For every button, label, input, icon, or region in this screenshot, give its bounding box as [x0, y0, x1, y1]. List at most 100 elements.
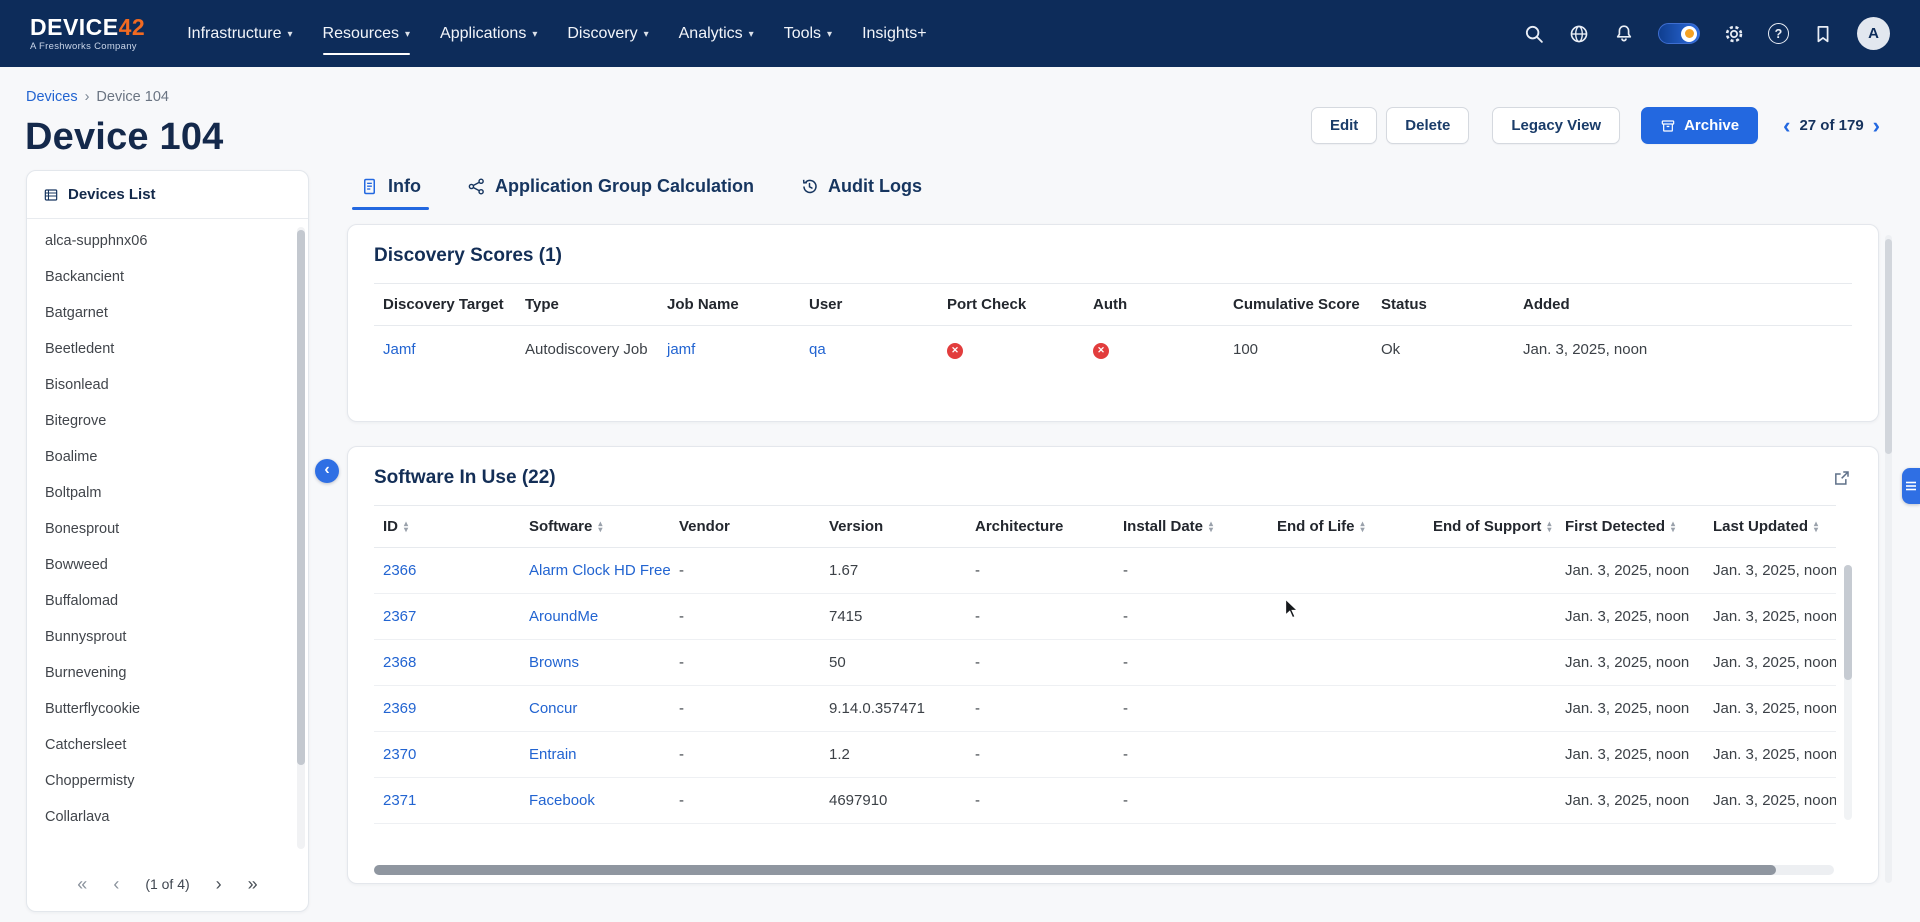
bell-icon[interactable] [1613, 23, 1635, 45]
sort-icon[interactable]: ▴▾ [1209, 521, 1213, 533]
device-list-item[interactable]: Butterflycookie [27, 691, 308, 727]
software-name-link[interactable]: Facebook [529, 792, 595, 809]
device-list-item[interactable]: Boalime [27, 439, 308, 475]
legacy-view-button[interactable]: Legacy View [1492, 107, 1620, 144]
sort-icon[interactable]: ▴▾ [1361, 521, 1365, 533]
software-id-link[interactable]: 2368 [383, 654, 416, 671]
discovery-target-link[interactable]: Jamf [383, 341, 416, 358]
nav-item-insights[interactable]: Insights+ [862, 17, 926, 51]
archive-button[interactable]: Archive [1641, 107, 1758, 144]
software-name-link[interactable]: Concur [529, 700, 577, 717]
software-id-link[interactable]: 2367 [383, 608, 416, 625]
software-horizontal-scrollbar-thumb[interactable] [374, 865, 1776, 875]
device-list-item[interactable]: Buffalomad [27, 583, 308, 619]
pager-prev-icon[interactable]: ‹ [1783, 115, 1790, 137]
tab-audit-logs[interactable]: Audit Logs [800, 176, 922, 210]
last-page-icon[interactable]: » [248, 875, 258, 893]
next-page-icon[interactable]: › [216, 875, 222, 893]
theme-toggle[interactable] [1658, 23, 1700, 44]
edit-button[interactable]: Edit [1311, 107, 1377, 144]
help-icon[interactable]: ? [1768, 23, 1789, 44]
device-list-item[interactable]: Collarlava [27, 799, 308, 835]
nav-item-discovery[interactable]: Discovery▾ [567, 17, 648, 51]
software-id-link[interactable]: 2366 [383, 562, 416, 579]
content-scrollbar-thumb[interactable] [1885, 239, 1892, 454]
device-list-item[interactable]: Catchersleet [27, 727, 308, 763]
nav-item-tools[interactable]: Tools▾ [784, 17, 832, 51]
col-software[interactable]: Software▴▾ [520, 506, 670, 548]
device-list-item[interactable]: Bunnysprout [27, 619, 308, 655]
cumulative-score-cell: 100 [1224, 326, 1372, 373]
breadcrumb-separator: › [85, 89, 90, 105]
sort-icon[interactable]: ▴▾ [404, 521, 408, 533]
sidebar-collapse-button[interactable]: ‹ [315, 459, 339, 483]
nav-item-applications[interactable]: Applications▾ [440, 17, 537, 51]
first-page-icon[interactable]: « [77, 875, 87, 893]
added-cell: Jan. 3, 2025, noon [1514, 326, 1852, 373]
breadcrumb-devices-link[interactable]: Devices [26, 89, 78, 105]
software-name-link[interactable]: Alarm Clock HD Free [529, 562, 670, 579]
right-panel-toggle[interactable] [1902, 468, 1920, 504]
chevron-down-icon: ▾ [644, 29, 649, 40]
col-install-date[interactable]: Install Date▴▾ [1114, 506, 1268, 548]
sort-icon[interactable]: ▴▾ [1547, 521, 1551, 533]
col-id[interactable]: ID▴▾ [374, 506, 520, 548]
device-list-item[interactable]: Bowweed [27, 547, 308, 583]
col-last-updated[interactable]: Last Updated▴▾ [1704, 506, 1836, 548]
gear-icon[interactable] [1723, 23, 1745, 45]
col-status: Status [1372, 284, 1514, 326]
pager-next-icon[interactable]: › [1873, 115, 1880, 137]
col-end-of-life[interactable]: End of Life▴▾ [1268, 506, 1424, 548]
list-icon [43, 187, 59, 203]
nav-item-infrastructure[interactable]: Infrastructure▾ [187, 17, 292, 51]
software-id-link[interactable]: 2370 [383, 746, 416, 763]
col-discovery-target: Discovery Target [374, 284, 516, 326]
page-actions: Edit Delete Legacy View Archive ‹ 27 of … [1311, 107, 1880, 144]
bookmark-icon[interactable] [1812, 23, 1834, 45]
device-list-item[interactable]: Beetledent [27, 331, 308, 367]
software-name-link[interactable]: AroundMe [529, 608, 598, 625]
device-list-item[interactable]: Choppermisty [27, 763, 308, 799]
search-icon[interactable] [1523, 23, 1545, 45]
tab-info[interactable]: Info [360, 176, 421, 210]
delete-button[interactable]: Delete [1386, 107, 1469, 144]
sidebar-scrollbar-thumb[interactable] [297, 230, 305, 765]
nav-item-resources[interactable]: Resources▾ [323, 17, 411, 51]
device-list-item[interactable]: Boltpalm [27, 475, 308, 511]
sidebar-scrollbar [297, 227, 305, 849]
software-table: ID▴▾ Software▴▾ Vendor Version Architect… [374, 505, 1836, 824]
sort-icon[interactable]: ▴▾ [1671, 521, 1675, 533]
breadcrumb: Devices › Device 104 [26, 89, 169, 105]
col-first-detected[interactable]: First Detected▴▾ [1556, 506, 1704, 548]
prev-page-icon[interactable]: ‹ [113, 875, 119, 893]
sun-icon [1685, 29, 1694, 38]
software-id-link[interactable]: 2371 [383, 792, 416, 809]
tab-application-group-calculation[interactable]: Application Group Calculation [467, 176, 754, 210]
device-list-item[interactable]: Bitegrove [27, 403, 308, 439]
chevron-down-icon: ▾ [532, 29, 537, 40]
sort-icon[interactable]: ▴▾ [598, 521, 602, 533]
software-id-link[interactable]: 2369 [383, 700, 416, 717]
job-name-link[interactable]: jamf [667, 341, 695, 358]
device-list-item[interactable]: Burnevening [27, 655, 308, 691]
device-list-item[interactable]: Batgarnet [27, 295, 308, 331]
device-list-item[interactable]: Bonesprout [27, 511, 308, 547]
nav-item-analytics[interactable]: Analytics▾ [679, 17, 754, 51]
user-avatar[interactable]: A [1857, 17, 1890, 50]
sort-icon[interactable]: ▴▾ [1814, 521, 1818, 533]
globe-icon[interactable] [1568, 23, 1590, 45]
brand-logo[interactable]: DEVICE42 A Freshworks Company [30, 16, 145, 52]
software-name-link[interactable]: Browns [529, 654, 579, 671]
software-name-link[interactable]: Entrain [529, 746, 577, 763]
port-check-failed-icon: ✕ [947, 343, 963, 359]
device-list-item[interactable]: Bisonlead [27, 367, 308, 403]
device-list-item[interactable]: alca-supphnx06 [27, 223, 308, 259]
software-vertical-scrollbar [1844, 565, 1852, 820]
col-end-of-support[interactable]: End of Support▴▾ [1424, 506, 1556, 548]
devices-list-panel: Devices List alca-supphnx06 Backancient … [26, 170, 309, 912]
user-link[interactable]: qa [809, 341, 826, 358]
external-link-icon[interactable] [1832, 468, 1852, 488]
device-list-item[interactable]: Backancient [27, 259, 308, 295]
software-vertical-scrollbar-thumb[interactable] [1844, 565, 1852, 680]
chevron-down-icon: ▾ [288, 29, 293, 40]
